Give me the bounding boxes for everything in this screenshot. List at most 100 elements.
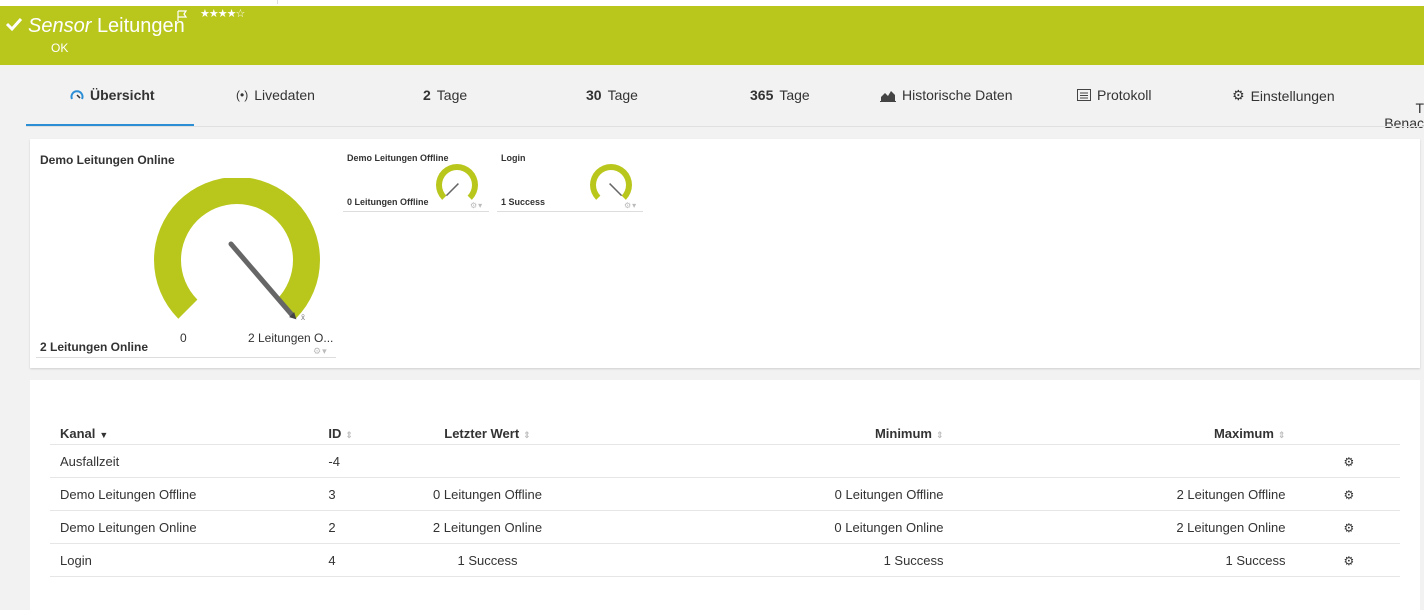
sort-desc-icon: ▼ bbox=[99, 430, 109, 440]
live-signal-icon: (•) bbox=[236, 88, 249, 102]
cell-letzter-wert bbox=[397, 444, 578, 478]
sort-icon: ⇕ bbox=[345, 430, 353, 440]
gauge-main-title: Demo Leitungen Online bbox=[40, 153, 175, 167]
gauge-login-value: 1 Success bbox=[501, 197, 546, 207]
tab-365-tage[interactable]: 365 Tage bbox=[750, 87, 810, 103]
area-chart-icon bbox=[880, 90, 896, 102]
check-icon bbox=[5, 17, 23, 32]
page-title: Sensor Leitungen bbox=[28, 14, 185, 38]
cell-letzter-wert: 1 Success bbox=[397, 543, 578, 577]
gauge-login-title: Login bbox=[501, 153, 526, 163]
channel-settings-icon[interactable]: ⚙ bbox=[1343, 488, 1354, 502]
cell-id: 3 bbox=[318, 477, 398, 511]
cell-kanal[interactable]: Login bbox=[50, 543, 319, 577]
tab-label: Protokoll bbox=[1097, 87, 1152, 103]
tab-uebersicht[interactable]: Übersicht bbox=[70, 87, 155, 103]
tab-bar: Übersicht (•) Livedaten 2 Tage 30 Tage 3… bbox=[0, 65, 1424, 131]
gauge-main-divider bbox=[36, 357, 336, 358]
gauge-offline[interactable] bbox=[434, 163, 482, 205]
cell-actions: ⚙ bbox=[1295, 444, 1400, 478]
tab-label: Tage bbox=[436, 87, 468, 103]
tab-label: Übersicht bbox=[90, 87, 155, 103]
channel-settings-icon[interactable]: ⚙ bbox=[1343, 455, 1354, 469]
col-letzter-wert[interactable]: Letzter Wert ⇕ bbox=[397, 423, 578, 445]
cell-maximum bbox=[953, 444, 1296, 478]
sort-icon: ⇕ bbox=[523, 430, 531, 440]
table-row[interactable]: Ausfallzeit -4 ⚙ bbox=[50, 444, 1400, 478]
tab-einstellungen[interactable]: ⚙ Einstellungen bbox=[1232, 87, 1335, 104]
tab-cut-line1: T bbox=[1415, 100, 1424, 116]
tab-2-tage[interactable]: 2 Tage bbox=[423, 87, 467, 103]
channels-table: Kanal ▼ ID ⇕ Letzter Wert ⇕ Minimum ⇕ Maximu… bbox=[50, 423, 1400, 577]
col-label: Minimum bbox=[874, 426, 932, 441]
log-icon bbox=[1077, 89, 1091, 101]
gauge-login-actions[interactable]: ⚙▾ bbox=[624, 201, 637, 210]
divider bbox=[277, 0, 278, 4]
title-sensor-word: Sensor bbox=[28, 15, 92, 37]
gauge-main-max: 2 Leitungen O... bbox=[248, 331, 334, 345]
gauge-login[interactable] bbox=[588, 163, 636, 205]
tab-protokoll[interactable]: Protokoll bbox=[1077, 87, 1151, 103]
table-row[interactable]: Demo Leitungen Online 2 2 Leitungen Onli… bbox=[50, 510, 1400, 544]
cell-kanal[interactable]: Demo Leitungen Offline bbox=[50, 477, 319, 511]
svg-text:x̄: x̄ bbox=[301, 313, 305, 322]
cell-minimum bbox=[577, 444, 954, 478]
cell-minimum: 1 Success bbox=[577, 543, 954, 577]
gauge-offline-actions[interactable]: ⚙▾ bbox=[470, 201, 483, 210]
channel-settings-icon[interactable]: ⚙ bbox=[1343, 554, 1354, 568]
cell-kanal[interactable]: Ausfallzeit bbox=[50, 444, 319, 478]
col-minimum[interactable]: Minimum ⇕ bbox=[577, 423, 954, 445]
title-sensor-name: Leitungen bbox=[96, 15, 185, 37]
flag-icon[interactable] bbox=[176, 10, 188, 22]
cell-maximum: 2 Leitungen Online bbox=[953, 510, 1296, 544]
sort-icon: ⇕ bbox=[1277, 430, 1286, 440]
tab-number: 2 bbox=[423, 87, 431, 103]
tab-label: Tage bbox=[779, 87, 810, 103]
tab-historische-daten[interactable]: Historische Daten bbox=[880, 87, 1013, 103]
col-maximum[interactable]: Maximum ⇕ bbox=[953, 423, 1296, 445]
tab-label: Tage bbox=[607, 87, 638, 103]
cell-id: -4 bbox=[318, 444, 398, 478]
tab-divider bbox=[26, 126, 1424, 127]
col-actions bbox=[1295, 423, 1400, 445]
gauge-main[interactable]: x̄ bbox=[150, 178, 325, 323]
cell-letzter-wert: 0 Leitungen Offline bbox=[397, 477, 578, 511]
priority-stars[interactable]: ★★★★☆ bbox=[200, 7, 245, 20]
tab-label: Einstellungen bbox=[1250, 87, 1335, 104]
table-row[interactable]: Login 4 1 Success 1 Success 1 Success ⚙ bbox=[50, 543, 1400, 577]
gauge-offline-title: Demo Leitungen Offline bbox=[347, 153, 449, 163]
status-text: OK bbox=[51, 41, 69, 55]
col-label: Kanal bbox=[60, 426, 96, 441]
gauge-icon bbox=[70, 90, 84, 100]
col-label: Letzter Wert bbox=[444, 426, 520, 441]
sort-icon: ⇕ bbox=[936, 430, 944, 440]
cell-minimum: 0 Leitungen Online bbox=[577, 510, 954, 544]
cell-kanal[interactable]: Demo Leitungen Online bbox=[50, 510, 319, 544]
cell-maximum: 2 Leitungen Offline bbox=[953, 477, 1296, 511]
table-row[interactable]: Demo Leitungen Offline 3 0 Leitungen Off… bbox=[50, 477, 1400, 511]
tab-30-tage[interactable]: 30 Tage bbox=[586, 87, 638, 103]
cell-id: 2 bbox=[318, 510, 398, 544]
tab-number: 365 bbox=[750, 87, 774, 103]
gauge-main-value: 2 Leitungen Online bbox=[40, 340, 149, 354]
tab-cut-line2: Benac bbox=[1384, 115, 1424, 131]
tab-livedaten[interactable]: (•) Livedaten bbox=[236, 87, 315, 103]
gauge-login-divider bbox=[497, 211, 643, 212]
col-kanal[interactable]: Kanal ▼ bbox=[50, 423, 319, 445]
tab-number: 30 bbox=[586, 87, 602, 103]
col-id[interactable]: ID ⇕ bbox=[318, 423, 398, 445]
col-label: Maximum bbox=[1213, 426, 1274, 441]
tab-label: Historische Daten bbox=[902, 87, 1013, 103]
cell-letzter-wert: 2 Leitungen Online bbox=[397, 510, 578, 544]
cell-minimum: 0 Leitungen Offline bbox=[577, 477, 954, 511]
cell-actions: ⚙ bbox=[1295, 477, 1400, 511]
cell-actions: ⚙ bbox=[1295, 543, 1400, 577]
cell-id: 4 bbox=[318, 543, 398, 577]
gauge-offline-value: 0 Leitungen Offline bbox=[347, 197, 429, 207]
gauge-main-actions[interactable]: ⚙▾ bbox=[313, 346, 328, 357]
col-label: ID bbox=[328, 426, 342, 441]
table-header-row: Kanal ▼ ID ⇕ Letzter Wert ⇕ Minimum ⇕ Maximu… bbox=[50, 423, 1400, 445]
sensor-header: Sensor Leitungen ★★★★☆ OK bbox=[0, 6, 1424, 65]
channel-settings-icon[interactable]: ⚙ bbox=[1343, 521, 1354, 535]
tab-label: Livedaten bbox=[254, 87, 315, 103]
